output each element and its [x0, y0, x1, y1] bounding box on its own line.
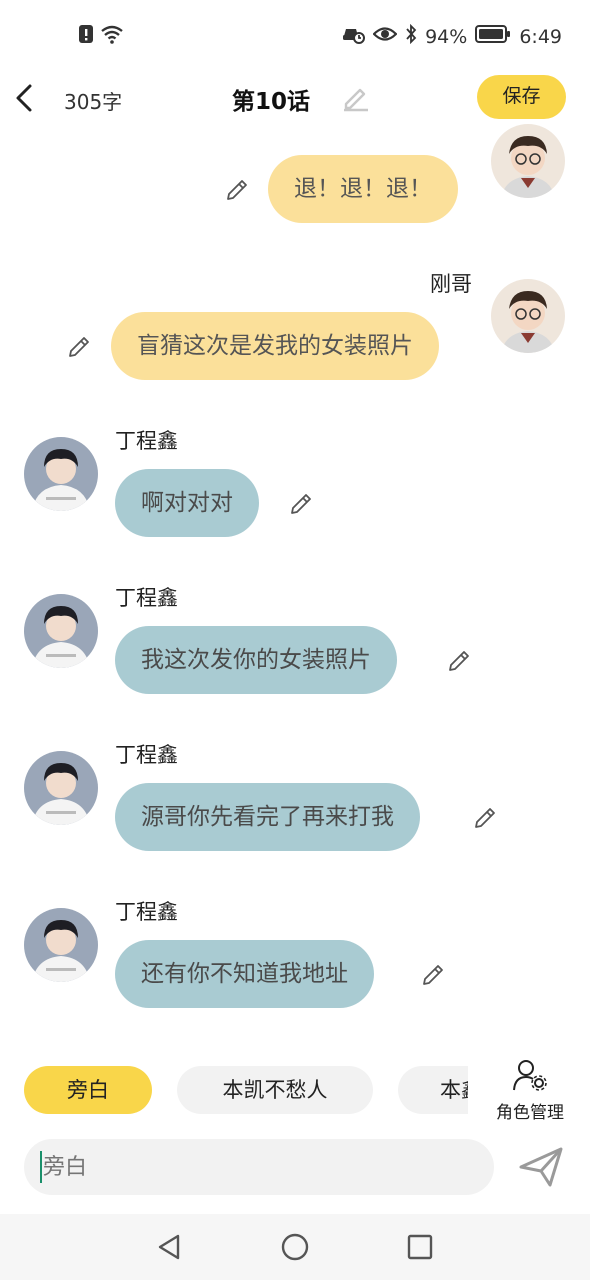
edit-title-icon[interactable] [340, 82, 370, 116]
message-bubble[interactable]: 退！退！退！ [268, 155, 458, 223]
role-chip-narration[interactable]: 旁白 [24, 1066, 152, 1114]
role-manage-button[interactable]: 角色管理 [488, 1058, 572, 1123]
eye-icon [372, 25, 398, 48]
avatar[interactable] [491, 279, 565, 353]
car-icon [341, 24, 366, 49]
word-count: 305字 [64, 90, 123, 114]
avatar[interactable] [24, 594, 98, 668]
nav-recent-icon[interactable] [403, 1230, 437, 1264]
message-bubble[interactable]: 啊对对对 [115, 469, 259, 537]
role-selector: 旁白 本凯不愁人 本鑫 角色管理 [0, 1058, 590, 1128]
send-button[interactable] [516, 1143, 566, 1191]
sender-name: 丁程鑫 [115, 429, 178, 453]
avatar[interactable] [491, 124, 565, 198]
battery-percent: 94% [425, 25, 468, 48]
role-manage-label: 角色管理 [496, 1103, 564, 1123]
chat-area[interactable]: 退！退！退！ 刚哥 盲猜这次是发我的女装照片 丁程鑫 啊对对对 丁程鑫 我这次发… [0, 124, 590, 1058]
pencil-icon[interactable] [446, 648, 472, 674]
message-bubble[interactable]: 还有你不知道我地址 [115, 940, 374, 1008]
sender-name: 刚哥 [430, 272, 472, 296]
wifi-icon [100, 24, 124, 48]
back-button[interactable] [10, 78, 40, 118]
pencil-icon[interactable] [472, 805, 498, 831]
nav-back-icon[interactable] [152, 1230, 186, 1264]
status-bar: 94% 6:49 [0, 0, 590, 72]
battery-icon [475, 24, 511, 49]
pencil-icon[interactable] [420, 962, 446, 988]
message-input[interactable] [24, 1139, 494, 1195]
save-button[interactable]: 保存 [477, 75, 566, 119]
sender-name: 丁程鑫 [115, 586, 178, 610]
bluetooth-icon [405, 23, 417, 49]
alert-icon [78, 24, 94, 48]
sender-name: 丁程鑫 [115, 900, 178, 924]
episode-title[interactable]: 第10话 [232, 82, 310, 116]
send-icon [519, 1147, 563, 1187]
pencil-icon[interactable] [224, 177, 250, 203]
avatar[interactable] [24, 437, 98, 511]
sender-name: 丁程鑫 [115, 743, 178, 767]
avatar[interactable] [24, 751, 98, 825]
message-input-wrap [24, 1139, 494, 1195]
pencil-icon[interactable] [66, 334, 92, 360]
message-bubble[interactable]: 我这次发你的女装照片 [115, 626, 397, 694]
pencil-icon[interactable] [288, 491, 314, 517]
text-cursor [40, 1151, 42, 1183]
message-bubble[interactable]: 盲猜这次是发我的女装照片 [111, 312, 439, 380]
clock: 6:49 [519, 25, 562, 48]
avatar[interactable] [24, 908, 98, 982]
nav-home-icon[interactable] [278, 1230, 312, 1264]
role-chip[interactable]: 本凯不愁人 [177, 1066, 373, 1114]
system-nav-bar [0, 1214, 590, 1280]
message-bubble[interactable]: 源哥你先看完了再来打我 [115, 783, 420, 851]
role-manage-icon [513, 1060, 547, 1091]
editor-header: 305字 第10话 保存 [0, 72, 590, 124]
